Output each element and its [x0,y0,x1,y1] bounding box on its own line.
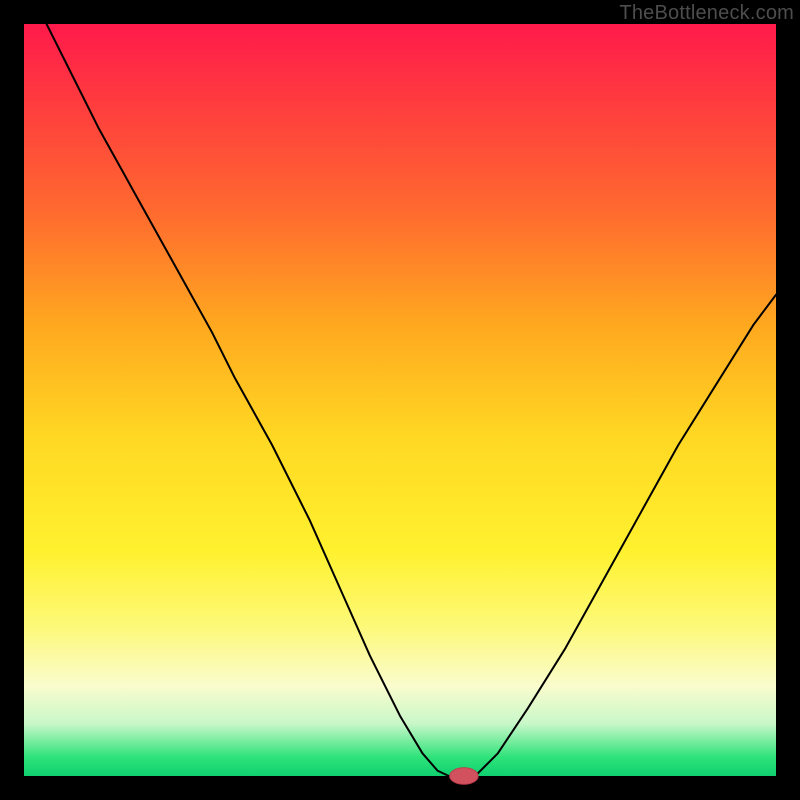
curve-svg [24,24,776,776]
optimal-marker [450,768,479,785]
bottleneck-curve [47,24,776,776]
plot-area [24,24,776,776]
watermark-text: TheBottleneck.com [619,2,794,25]
chart-frame: TheBottleneck.com [0,0,800,800]
